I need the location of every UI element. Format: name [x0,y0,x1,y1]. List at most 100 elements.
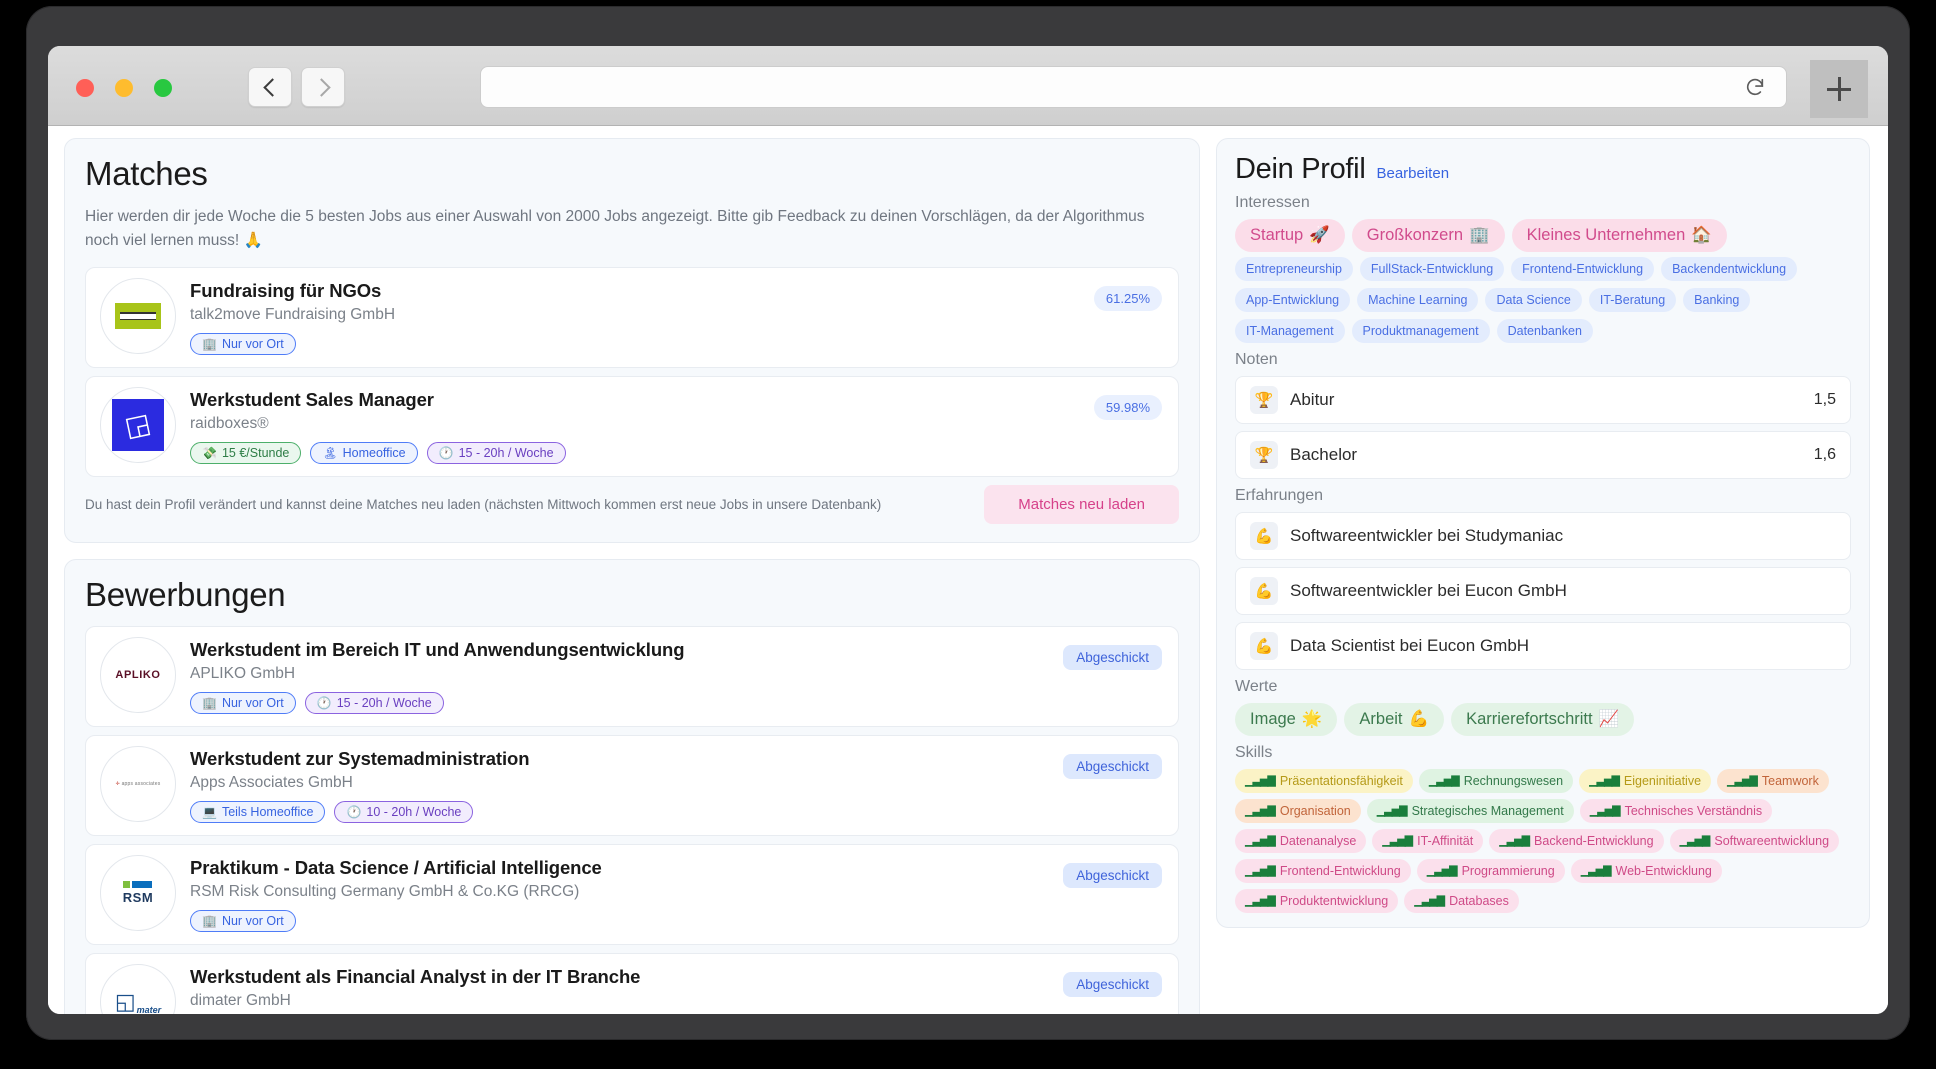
bar-chart-icon: ▁▃▅▇ [1382,834,1413,847]
grade-row[interactable]: 🏆 Abitur 1,5 [1235,376,1851,424]
building-icon: 🏢 [202,914,217,929]
reload-row: Du hast dein Profil verändert und kannst… [85,485,1179,525]
dimater-logo-icon: ◱ mater [114,989,162,1014]
chip-location: 🏢 Nur vor Ort [190,910,296,933]
skill-chip[interactable]: ▁▃▅▇ Web-Entwicklung [1570,859,1722,883]
skill-chip[interactable]: ▁▃▅▇ Strategisches Management [1366,799,1574,823]
status-badge: Abgeschickt [1063,754,1162,780]
interest-chip[interactable]: Banking [1683,288,1751,312]
interest-chip[interactable]: Data Science [1485,288,1582,312]
application-card[interactable]: apps associates Werkstudent zur Systemad… [85,735,1179,837]
chip-salary: 💸 15 €/Stunde [190,442,302,465]
interest-chip[interactable]: Entrepreneurship [1235,257,1353,281]
skill-label: Technisches Verständnis [1624,804,1763,818]
muscle-icon: 💪 [1408,710,1430,728]
grade-value: 1,6 [1813,446,1836,463]
close-window-button[interactable] [76,79,94,97]
experience-name: Softwareentwickler bei Studymaniac [1290,526,1564,545]
skill-label: Programmierung [1461,864,1555,878]
job-company: dimater GmbH [190,992,291,1010]
bar-chart-icon: ▁▃▅▇ [1376,804,1408,817]
interest-chip[interactable]: Backendentwicklung [1661,257,1798,281]
reload-matches-button[interactable]: Matches neu laden [984,485,1179,525]
grade-name: Abitur [1290,390,1335,409]
skill-chip[interactable]: ▁▃▅▇ Backend-Entwicklung [1489,829,1664,853]
skill-chip[interactable]: ▁▃▅▇ Teamwork [1717,769,1829,793]
skill-chip[interactable]: ▁▃▅▇ Datenanalyse [1235,829,1367,853]
money-icon: 💸 [202,446,217,461]
job-chips: 🏢 Nur vor Ort [190,910,1164,933]
interest-tag[interactable]: Startup 🚀 [1235,219,1345,252]
skill-chip[interactable]: ▁▃▅▇ Softwareentwicklung [1669,829,1840,853]
interest-label: Kleines Unternehmen [1526,226,1686,244]
value-tag[interactable]: Karrierefortschritt 📈 [1451,703,1635,736]
job-title: Werkstudent Sales Manager [190,389,434,411]
profile-title: Dein Profil [1235,153,1366,185]
job-title: Werkstudent im Bereich IT und Anwendungs… [190,639,685,661]
back-button[interactable] [248,67,292,107]
address-bar[interactable] [480,66,1787,108]
skill-chip[interactable]: ▁▃▅▇ Technisches Verständnis [1579,799,1773,823]
chip-label: Teils Homeoffice [221,805,314,820]
new-tab-button[interactable] [1810,60,1868,118]
bar-chart-icon: ▁▃▅▇ [1245,834,1276,847]
match-card[interactable]: Fundraising für NGOs talk2move Fundraisi… [85,267,1179,369]
application-card[interactable]: ◱ mater Werkstudent als Financial Analyst… [85,953,1179,1014]
experience-name: Softwareentwickler bei Eucon GmbH [1290,581,1567,600]
skill-label: Präsentationsfähigkeit [1279,774,1403,788]
skill-chip[interactable]: ▁▃▅▇ Präsentationsfähigkeit [1235,769,1413,793]
skill-chip[interactable]: ▁▃▅▇ IT-Affinität [1372,829,1484,853]
interest-label: Startup [1250,226,1304,244]
match-card[interactable]: ◲ Werkstudent Sales Manager raidboxes® 💸… [85,376,1179,478]
value-tag[interactable]: Arbeit 💪 [1344,703,1445,736]
interest-chip[interactable]: Machine Learning [1357,288,1479,312]
skill-chip[interactable]: ▁▃▅▇ Programmierung [1416,859,1565,883]
job-company: raidboxes® [190,415,269,433]
interest-chip[interactable]: Frontend-Entwicklung [1511,257,1655,281]
grade-row[interactable]: 🏆 Bachelor 1,6 [1235,431,1851,479]
status-badge: Abgeschickt [1063,645,1162,671]
trophy-icon: 🏆 [1250,441,1278,469]
reload-icon[interactable] [1744,76,1766,98]
forward-button[interactable] [301,67,345,107]
skill-chip[interactable]: ▁▃▅▇ Produktentwicklung [1235,889,1399,913]
skill-label: Databases [1449,894,1509,908]
skill-label: Softwareentwicklung [1714,834,1830,848]
grades-label: Noten [1235,351,1278,368]
application-card[interactable]: APLIKO Werkstudent im Bereich IT und Anw… [85,626,1179,728]
interest-chip[interactable]: Datenbanken [1496,319,1593,343]
skill-chip[interactable]: ▁▃▅▇ Organisation [1235,799,1361,823]
island-icon: 🏝 [322,446,338,461]
experience-row[interactable]: 💪 Softwareentwickler bei Eucon GmbH [1235,567,1851,615]
skills-label: Skills [1235,744,1273,761]
interests-primary-row: Startup 🚀 Großkonzern 🏢 Kleines Unterneh… [1235,219,1851,252]
company-logo: ◲ [100,387,176,464]
interest-tag[interactable]: Großkonzern 🏢 [1351,219,1505,252]
interest-chip[interactable]: FullStack-Entwicklung [1359,257,1505,281]
interest-chip[interactable]: IT-Beratung [1588,288,1677,312]
interest-chip[interactable]: IT-Management [1235,319,1345,343]
interest-chip[interactable]: App-Entwicklung [1235,288,1351,312]
applications-title: Bewerbungen [85,576,286,614]
bar-chart-icon: ▁▃▅▇ [1428,774,1460,787]
status-badge: Abgeschickt [1063,972,1162,998]
maximize-window-button[interactable] [154,79,172,97]
experience-row[interactable]: 💪 Softwareentwickler bei Studymaniac [1235,512,1851,560]
application-card[interactable]: RSM Praktikum - Data Science / Artificia… [85,844,1179,946]
browser-toolbar [48,46,1888,126]
chip-label: 15 - 20h / Woche [458,446,554,461]
skill-chip[interactable]: ▁▃▅▇ Frontend-Entwicklung [1235,859,1411,883]
bar-chart-icon: ▁▃▅▇ [1245,804,1276,817]
interest-chip[interactable]: Produktmanagement [1351,319,1490,343]
minimize-window-button[interactable] [115,79,133,97]
interest-tag[interactable]: Kleines Unternehmen 🏠 [1511,219,1727,252]
skill-chip[interactable]: ▁▃▅▇ Rechnungswesen [1418,769,1574,793]
skill-chip[interactable]: ▁▃▅▇ Eigeninitiative [1579,769,1712,793]
edit-profile-link[interactable]: Bearbeiten [1376,165,1449,182]
experience-row[interactable]: 💪 Data Scientist bei Eucon GmbH [1235,622,1851,670]
skill-label: Frontend-Entwicklung [1279,864,1401,878]
skill-chip[interactable]: ▁▃▅▇ Databases [1404,889,1519,913]
values-label: Werte [1235,678,1278,695]
value-tag[interactable]: Image 🌟 [1235,703,1338,736]
bar-chart-icon: ▁▃▅▇ [1679,834,1711,847]
